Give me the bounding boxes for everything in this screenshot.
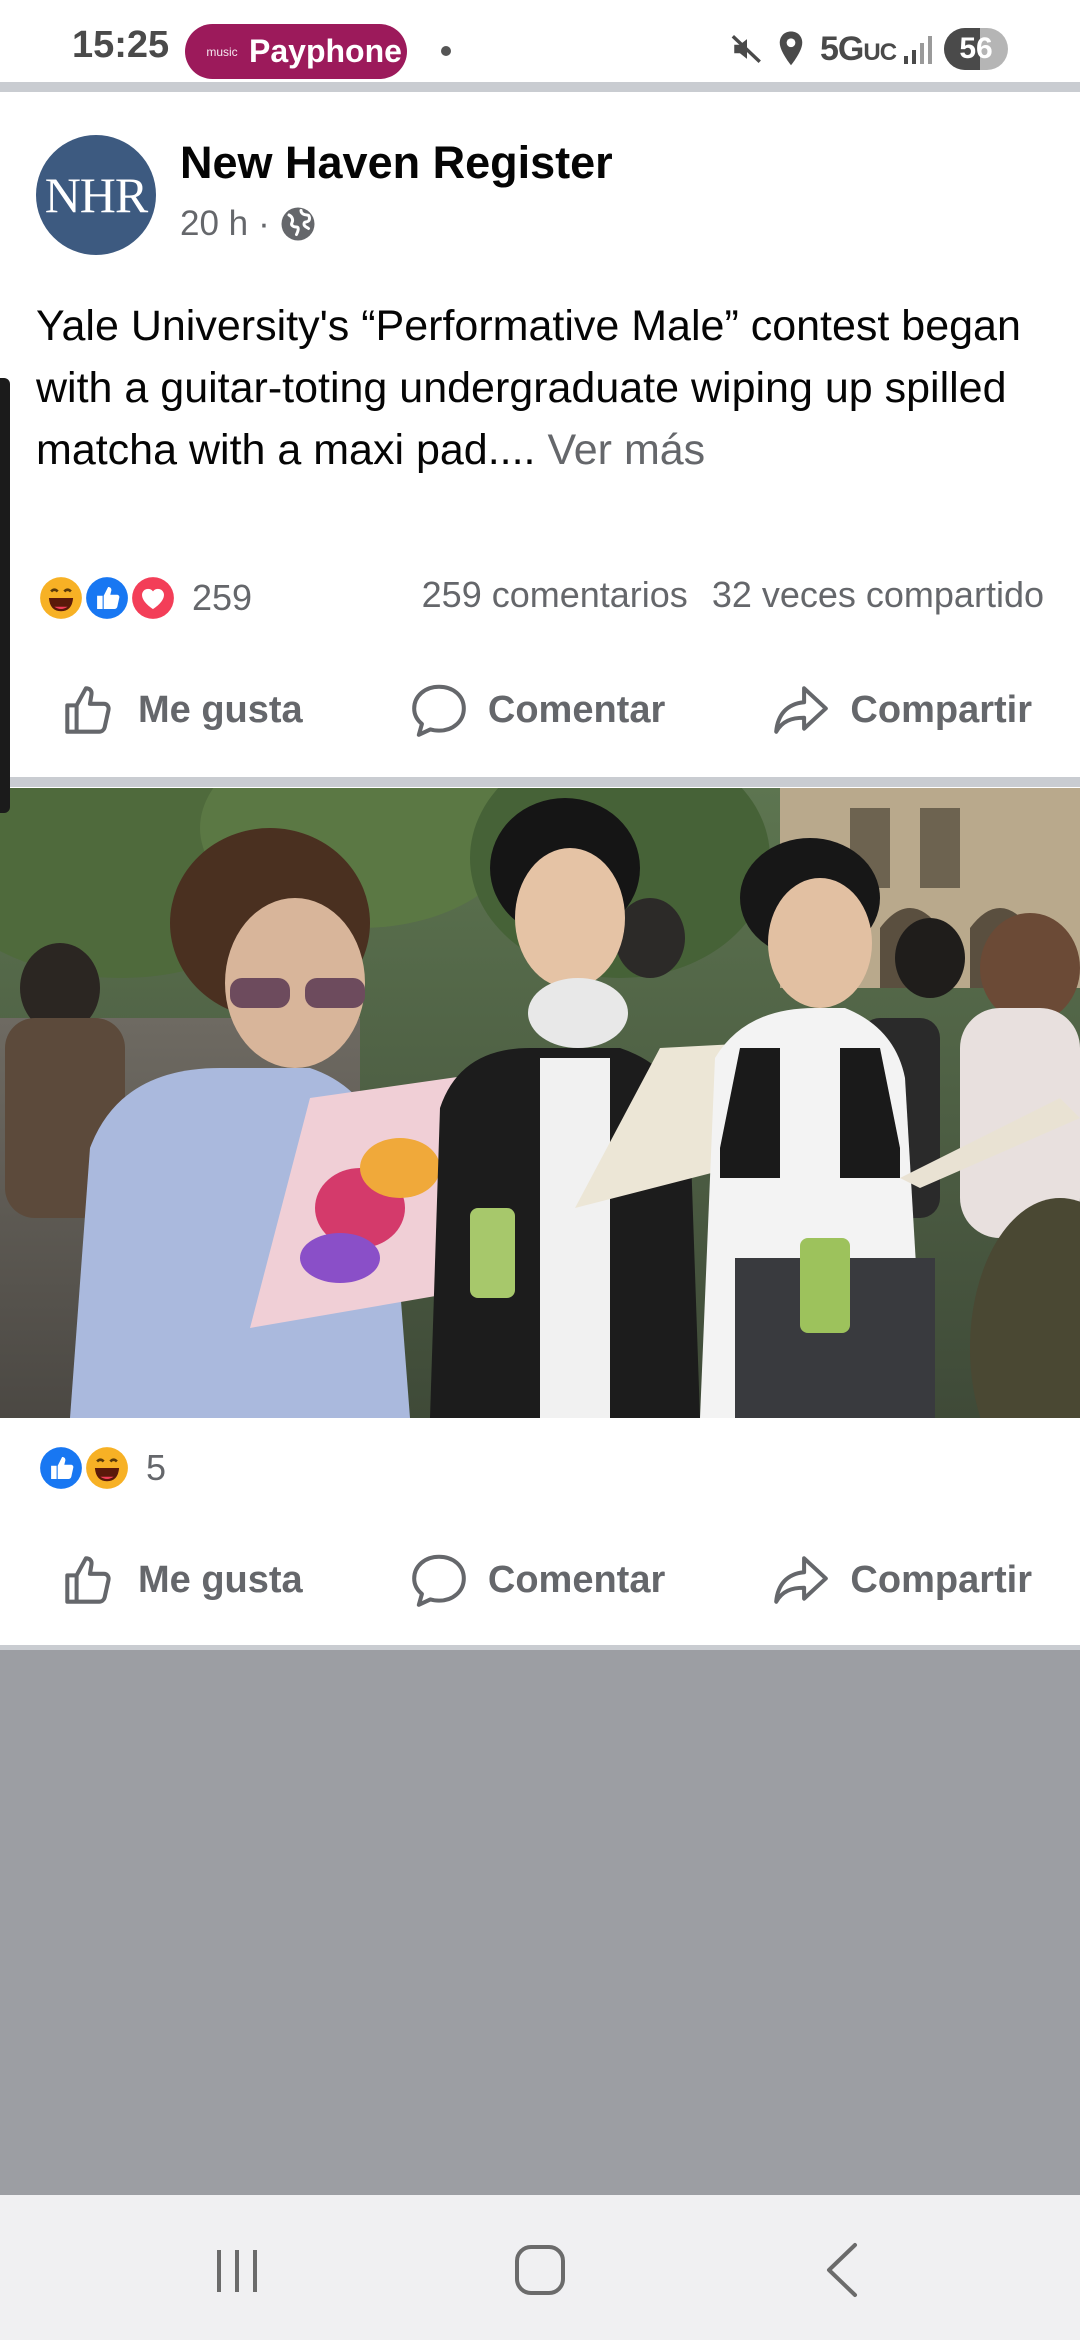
thumbs-up-icon bbox=[65, 686, 111, 734]
back-button[interactable] bbox=[803, 2235, 883, 2305]
meta-separator: · bbox=[258, 204, 270, 243]
now-playing-title: Payphone bbox=[249, 33, 402, 69]
comment-icon bbox=[412, 1554, 466, 1607]
location-icon bbox=[779, 31, 803, 66]
divider bbox=[0, 777, 1080, 787]
students-reading-photo bbox=[0, 788, 1080, 1418]
feed-loading-area bbox=[0, 1650, 1080, 2195]
home-icon bbox=[515, 2245, 565, 2295]
photo-action-bar: Me gusta Comentar Compartir bbox=[0, 1530, 1080, 1630]
battery-indicator: 56 bbox=[944, 28, 1008, 70]
comment-icon bbox=[412, 684, 466, 737]
comment-label: Comentar bbox=[487, 1558, 666, 1601]
page-name[interactable]: New Haven Register bbox=[180, 137, 613, 189]
reactions-summary[interactable]: 259 bbox=[36, 570, 252, 626]
amazon-music-icon: music bbox=[206, 44, 238, 59]
thumbs-up-icon bbox=[65, 1556, 111, 1604]
home-button[interactable] bbox=[500, 2235, 580, 2305]
status-icons: 5GUC 56 bbox=[720, 22, 1080, 78]
comment-label: Comentar bbox=[487, 688, 666, 731]
love-reaction-icon bbox=[128, 573, 178, 623]
post-meta: 20 h · bbox=[180, 202, 316, 246]
system-nav-bar bbox=[0, 2195, 1080, 2340]
post-text: Yale University's “Performative Male” co… bbox=[36, 295, 1046, 481]
status-bar: 15:25 music Payphone 5GUC 56 bbox=[0, 0, 1080, 82]
back-icon bbox=[827, 2243, 857, 2297]
divider bbox=[0, 82, 1080, 92]
signal-icon bbox=[904, 36, 932, 64]
recent-apps-button[interactable] bbox=[197, 2235, 277, 2305]
share-icon bbox=[774, 1556, 829, 1604]
share-button[interactable]: Compartir bbox=[770, 1549, 1032, 1611]
like-label: Me gusta bbox=[138, 688, 303, 731]
now-playing-pill[interactable]: music Payphone bbox=[185, 24, 407, 79]
share-button[interactable]: Compartir bbox=[770, 679, 1032, 741]
like-label: Me gusta bbox=[138, 1558, 303, 1601]
post-action-bar: Me gusta Comentar Compartir bbox=[0, 660, 1080, 760]
edge-panel-handle[interactable] bbox=[0, 378, 10, 813]
post-body: Yale University's “Performative Male” co… bbox=[36, 302, 1021, 474]
battery-percent: 56 bbox=[959, 32, 993, 65]
reaction-count: 259 bbox=[192, 577, 253, 618]
status-time: 15:25 bbox=[72, 24, 170, 66]
share-label: Compartir bbox=[850, 1558, 1032, 1601]
network-indicator: 5GUC bbox=[820, 30, 897, 68]
share-icon bbox=[774, 686, 829, 734]
like-button[interactable]: Me gusta bbox=[58, 1549, 303, 1611]
like-reaction-icon bbox=[36, 1443, 86, 1493]
like-button[interactable]: Me gusta bbox=[58, 679, 303, 741]
comment-button[interactable]: Comentar bbox=[408, 679, 665, 741]
haha-reaction-icon bbox=[36, 573, 86, 623]
comment-button[interactable]: Comentar bbox=[408, 1549, 665, 1611]
like-reaction-icon bbox=[82, 573, 132, 623]
post-stats: 259 comentarios 32 veces compartido bbox=[422, 574, 1044, 616]
comments-count[interactable]: 259 comentarios bbox=[422, 574, 688, 616]
share-label: Compartir bbox=[850, 688, 1032, 731]
page-avatar[interactable]: NHR bbox=[36, 135, 156, 255]
post-time[interactable]: 20 h bbox=[180, 204, 248, 244]
photo-reactions-summary[interactable]: 5 bbox=[36, 1440, 166, 1496]
notification-dot bbox=[441, 46, 451, 56]
see-more-link[interactable]: Ver más bbox=[547, 426, 705, 474]
facebook-feed-screen: 15:25 music Payphone 5GUC 56 NHR New Hav… bbox=[0, 0, 1080, 2340]
globe-icon bbox=[281, 207, 315, 241]
mute-icon bbox=[731, 35, 761, 63]
recent-apps-icon bbox=[217, 2250, 257, 2292]
haha-reaction-icon bbox=[82, 1443, 132, 1493]
reaction-count: 5 bbox=[146, 1447, 167, 1488]
shares-count[interactable]: 32 veces compartido bbox=[712, 574, 1044, 616]
post-photo[interactable] bbox=[0, 788, 1080, 1418]
